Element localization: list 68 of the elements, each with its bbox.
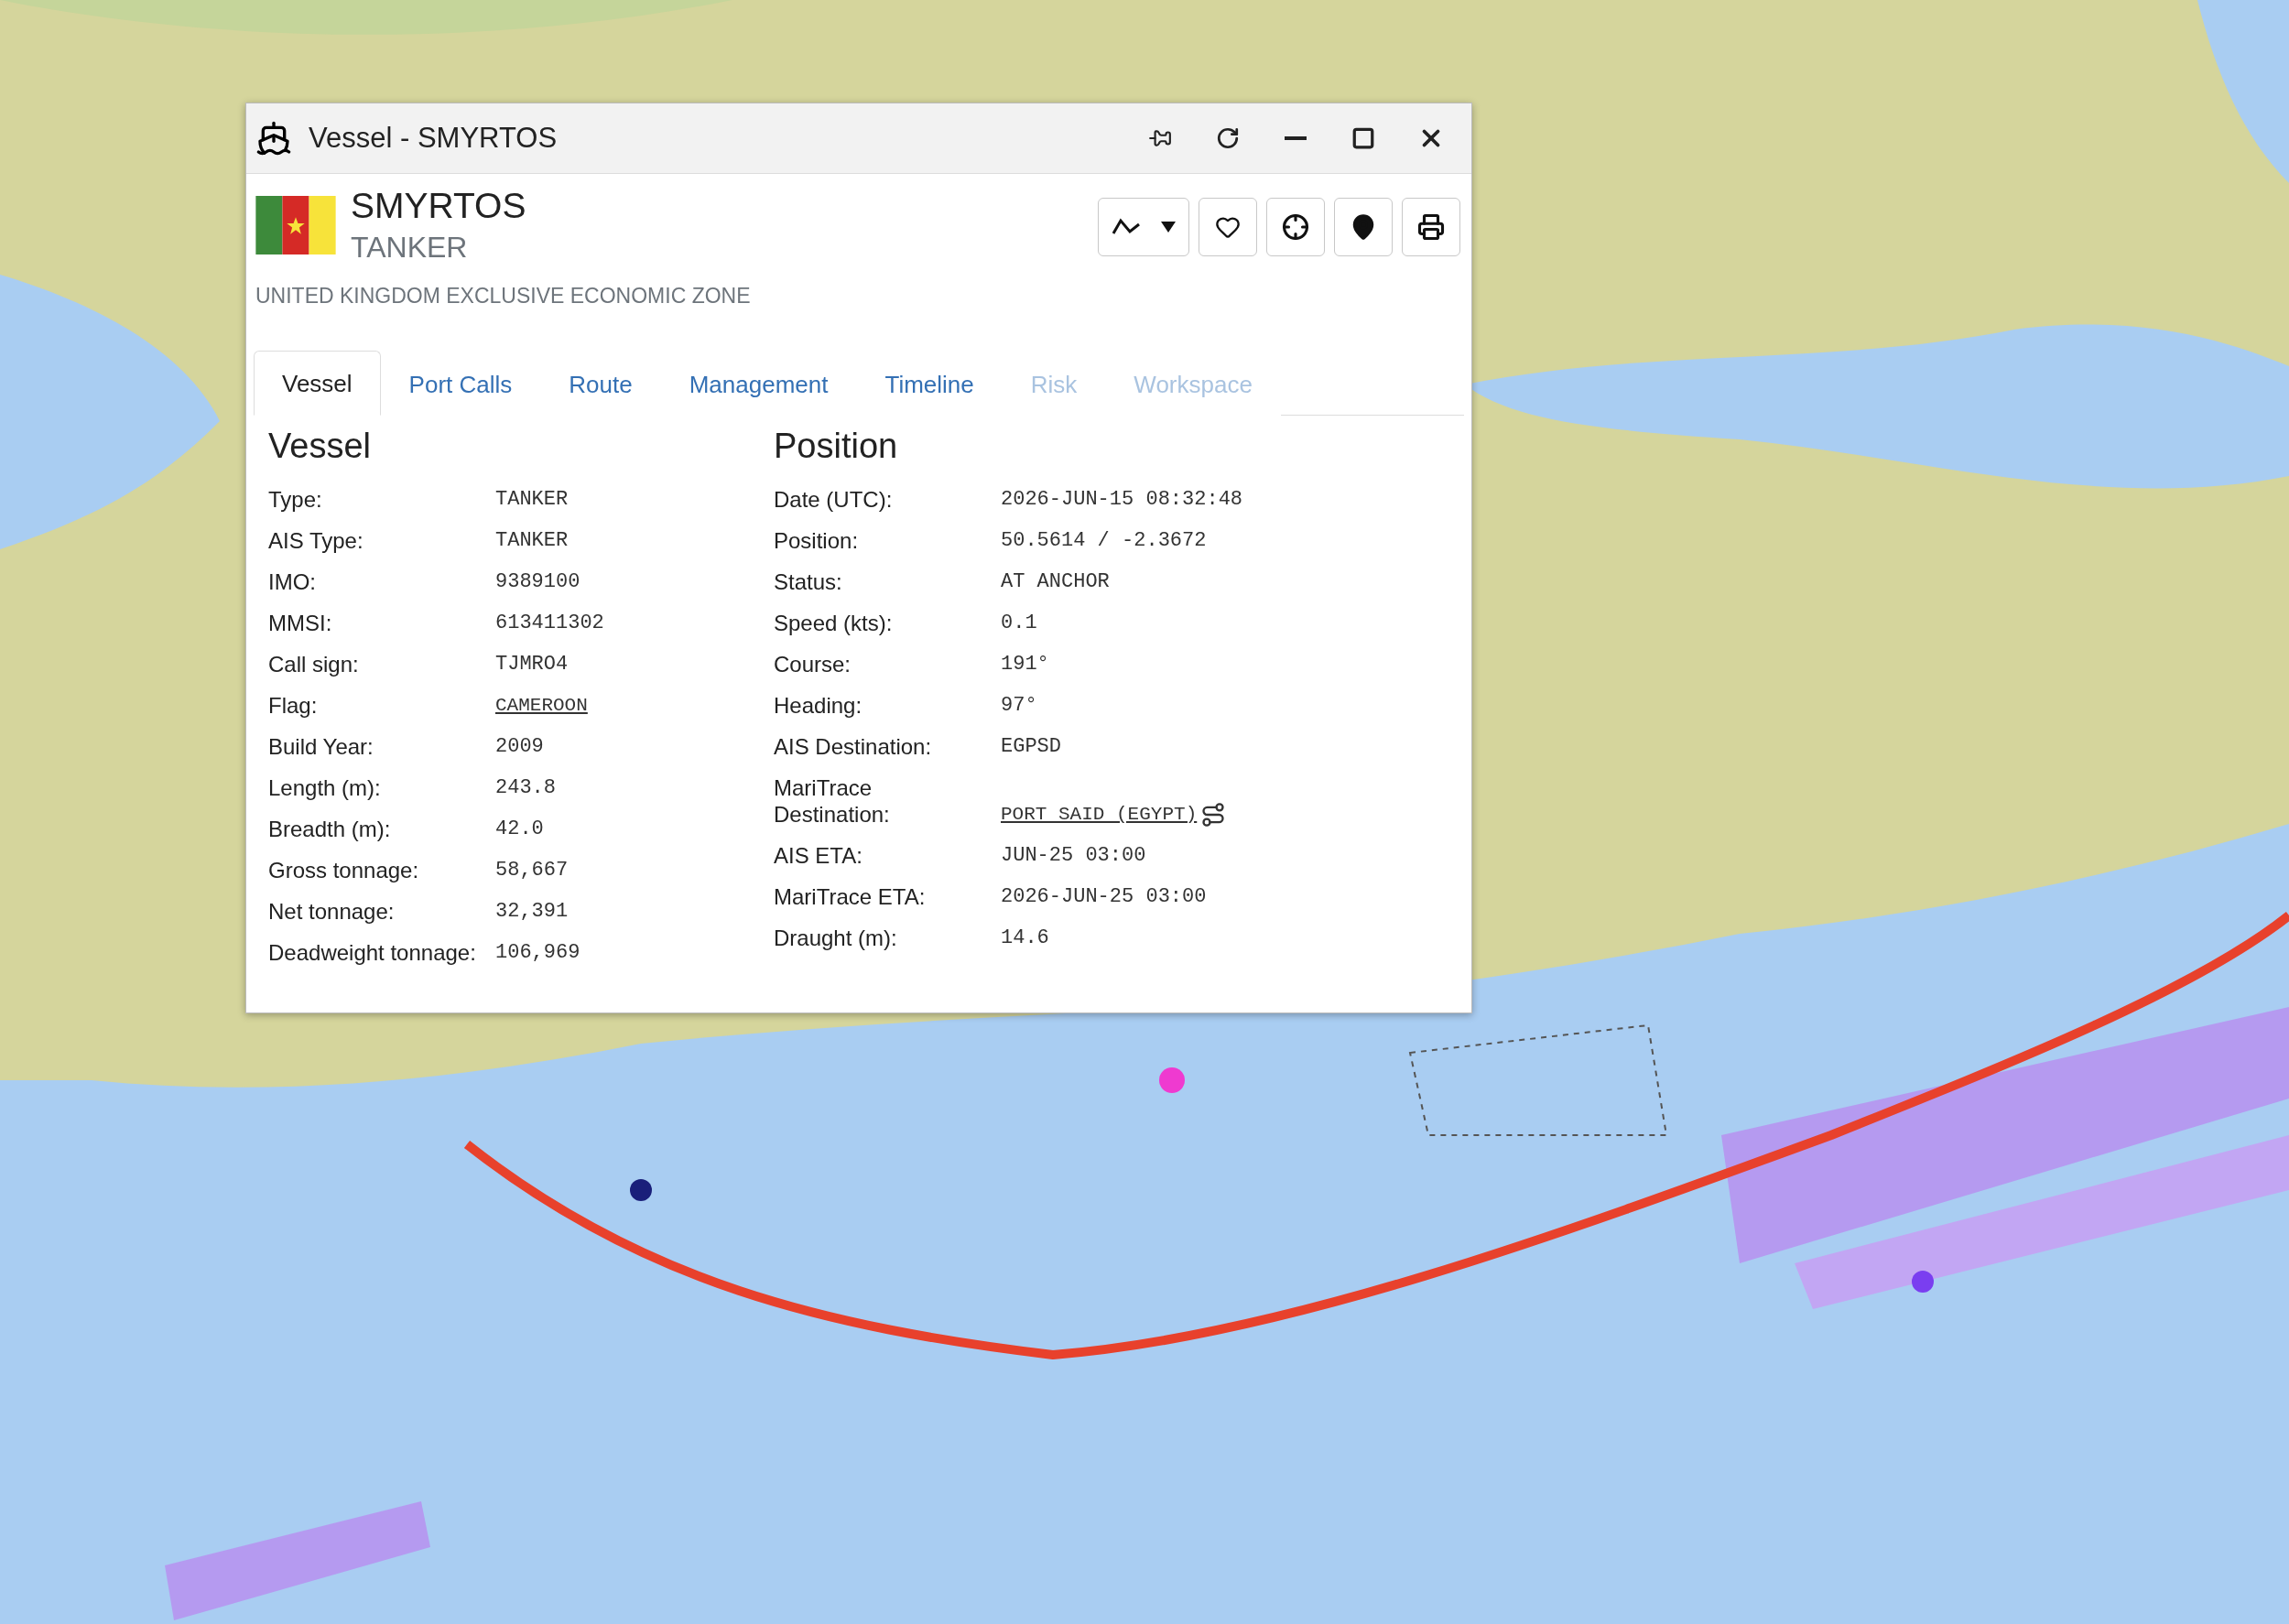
field-label: Heading: — [774, 692, 863, 719]
field-label: Draught (m): — [774, 925, 898, 951]
field-value: EGPSD — [1001, 734, 1062, 760]
field-link[interactable]: CAMEROON — [495, 692, 588, 719]
field-label: AIS Type: — [268, 527, 364, 554]
locate-button[interactable] — [1266, 198, 1325, 256]
field-label: Type: — [268, 486, 323, 513]
field-value: 2009 — [495, 734, 545, 760]
route-icon[interactable] — [1200, 801, 1227, 828]
field-label: Gross tonnage: — [268, 857, 420, 883]
maximize-icon — [1351, 126, 1375, 150]
field-label: Course: — [774, 651, 852, 677]
field-label: Breadth (m): — [268, 816, 392, 842]
chart-dropdown-button[interactable] — [1098, 198, 1189, 256]
window-title: Vessel - SMYRTOS — [309, 122, 559, 155]
field-label: IMO: — [268, 568, 317, 595]
field-value: 32,391 — [495, 899, 570, 925]
field-label: Build Year: — [268, 733, 374, 760]
field-label: Call sign: — [268, 651, 360, 677]
field-label: Length (m): — [268, 774, 382, 801]
flag-icon — [255, 196, 336, 254]
field-value: TANKER — [495, 487, 570, 513]
field-label: MariTrace Destination: — [774, 774, 891, 828]
field-label: AIS Destination: — [774, 733, 933, 760]
field-value: 106,969 — [495, 940, 581, 966]
field-value: TJMRO4 — [495, 652, 570, 677]
field-label: Status: — [774, 568, 843, 595]
vessel-name: SMYRTOS — [351, 185, 527, 227]
field-value: 613411302 — [495, 611, 605, 636]
crosshair-icon — [1282, 213, 1309, 241]
field-value: 97° — [1001, 693, 1038, 719]
field-label: Position: — [774, 527, 860, 554]
field-link[interactable]: PORT SAID (EGYPT) — [1001, 801, 1198, 828]
ship-icon — [255, 120, 292, 157]
field-label: Net tonnage: — [268, 898, 396, 925]
refresh-icon — [1216, 126, 1240, 150]
field-value: 243.8 — [495, 775, 557, 801]
section-heading: Vessel — [268, 427, 372, 466]
field-value: 42.0 — [495, 817, 545, 842]
field-value: 2026-JUN-25 03:00 — [1001, 884, 1208, 910]
field-value: JUN-25 03:00 — [1001, 843, 1147, 869]
map-pin-button[interactable] — [1334, 198, 1393, 256]
vessel-type: TANKER — [351, 230, 469, 265]
favorite-button[interactable] — [1199, 198, 1257, 256]
field-label: Speed (kts): — [774, 610, 894, 636]
field-value: 14.6 — [1001, 926, 1050, 951]
heart-icon — [1215, 214, 1241, 240]
field-value: 50.5614 / -2.3672 — [1001, 528, 1208, 554]
field-value: 9389100 — [495, 569, 581, 595]
zone-text: UNITED KINGDOM EXCLUSIVE ECONOMIC ZONE — [255, 283, 752, 309]
tab[interactable]: Vessel — [254, 351, 381, 416]
field-label: MMSI: — [268, 610, 333, 636]
field-value: AT ANCHOR — [1001, 569, 1111, 595]
section-heading: Position — [774, 427, 899, 466]
field-value: 2026-JUN-15 08:32:48 — [1001, 487, 1244, 513]
field-value: TANKER — [495, 528, 570, 554]
field-value: 58,667 — [495, 858, 570, 883]
field-value: 191° — [1001, 652, 1050, 677]
print-button[interactable] — [1402, 198, 1460, 256]
field-label: Deadweight tonnage: — [268, 939, 477, 966]
field-label: MariTrace ETA: — [774, 883, 927, 910]
printer-icon — [1417, 213, 1445, 241]
field-label: Date (UTC): — [774, 486, 894, 513]
minimize-icon — [1285, 136, 1307, 140]
field-label: Flag: — [268, 692, 319, 719]
field-value: 0.1 — [1001, 611, 1038, 636]
caret-icon — [1161, 222, 1176, 233]
field-label: AIS ETA: — [774, 842, 863, 869]
